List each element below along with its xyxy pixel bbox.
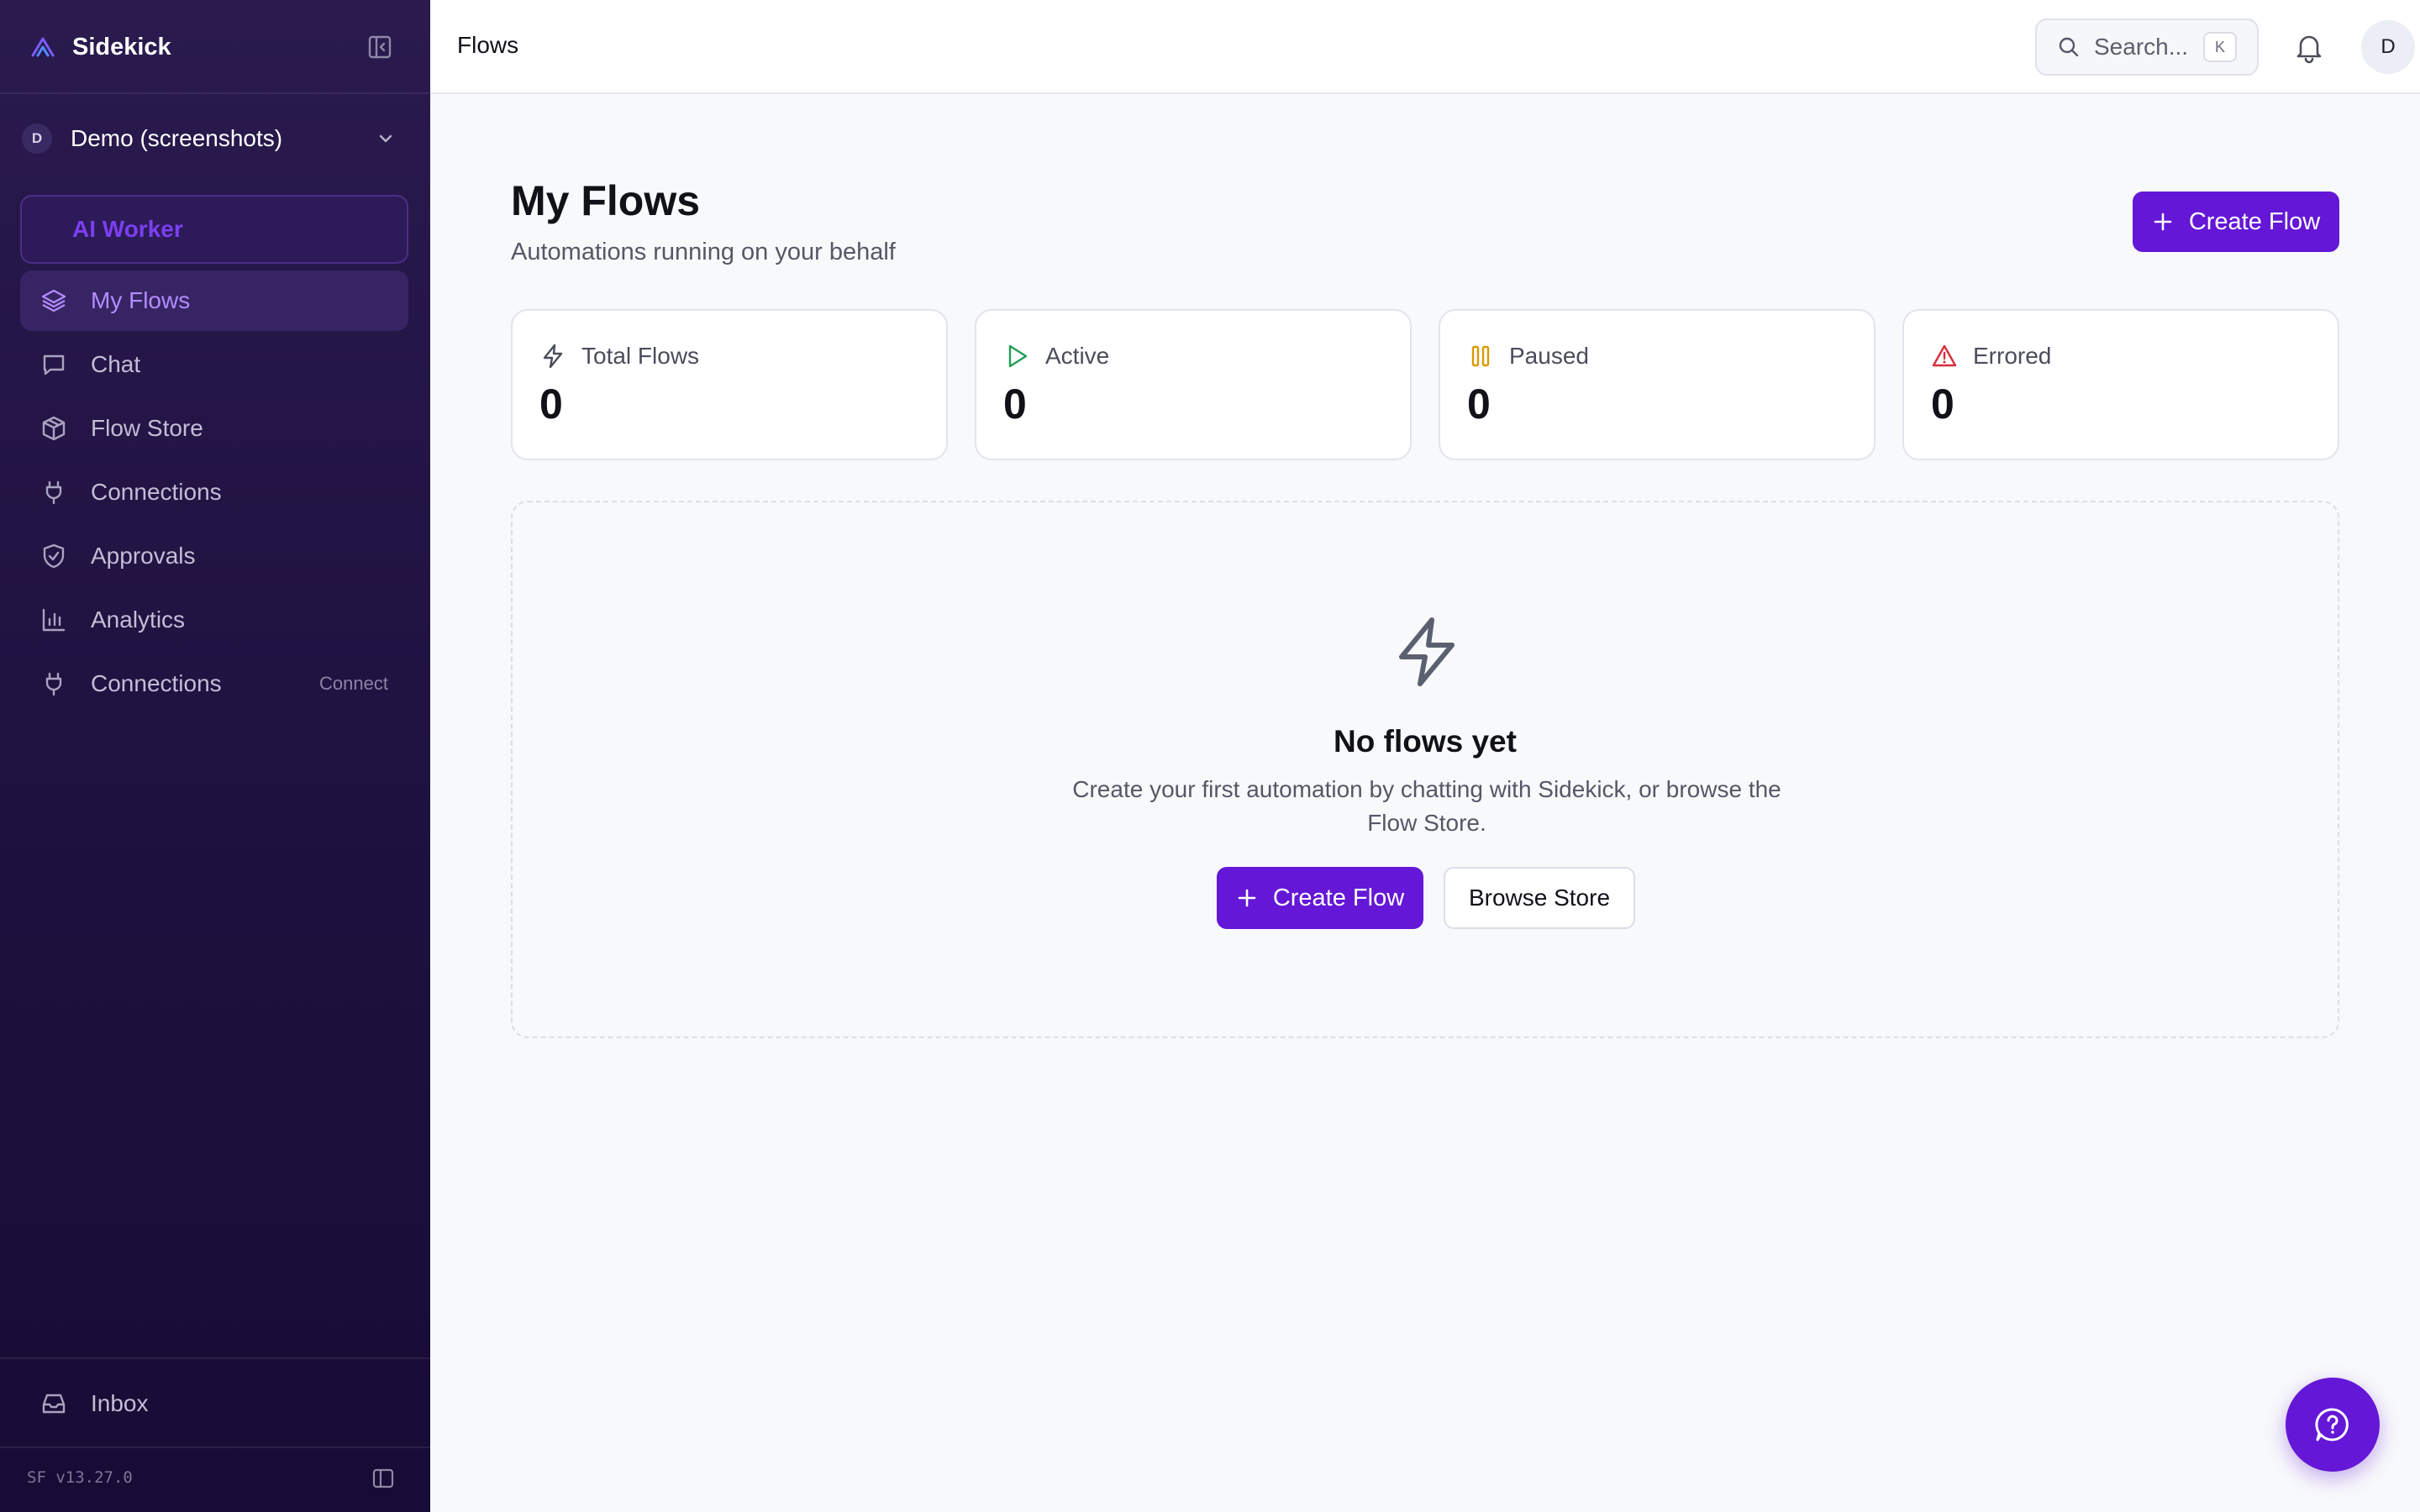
stat-card-errored: Errored 0	[1902, 309, 2339, 460]
sidebar-item-my-flows[interactable]: My Flows	[20, 270, 408, 331]
sidebar-item-label: Connections	[91, 670, 222, 696]
stat-label: Total Flows	[581, 343, 700, 369]
sidekick-logo-icon	[31, 37, 55, 57]
search-shortcut-key: K	[2203, 32, 2237, 62]
browse-store-button[interactable]: Browse Store	[1444, 867, 1635, 929]
inbox-label: Inbox	[91, 1390, 149, 1416]
search-placeholder: Search...	[2094, 34, 2189, 60]
stat-value: 0	[1467, 381, 1491, 428]
search-icon	[2059, 37, 2079, 57]
divider	[0, 1357, 430, 1359]
shield-check-icon	[43, 543, 65, 569]
collapse-sidebar-button[interactable]	[365, 32, 395, 62]
sidebar-item-analytics[interactable]: Analytics	[20, 590, 408, 650]
stat-value: 0	[1003, 381, 1027, 428]
sidebar-item-connections-connect[interactable]: Connections Connect	[20, 654, 408, 714]
user-avatar[interactable]: D	[2361, 20, 2415, 74]
pause-icon	[1471, 345, 1490, 367]
create-flow-button[interactable]: Create Flow	[2133, 192, 2339, 252]
bar-chart-icon	[42, 608, 66, 632]
empty-state-title: No flows yet	[1334, 724, 1517, 759]
layers-icon	[41, 289, 66, 312]
help-chat-button[interactable]	[2286, 1378, 2380, 1472]
sidebar-item-chat[interactable]: Chat	[20, 334, 408, 395]
sidebar-collapse-icon	[368, 35, 392, 59]
plug-icon	[45, 480, 62, 505]
sidebar-item-inbox[interactable]: Inbox	[40, 1374, 149, 1433]
ai-worker-section[interactable]: AI Worker	[20, 195, 408, 264]
topbar-title: Flows	[457, 32, 519, 58]
divider	[0, 92, 430, 94]
search-input[interactable]: Search... K	[2035, 18, 2259, 76]
empty-state-panel: No flows yet Create your first automatio…	[511, 501, 2339, 1038]
stat-label: Active	[1045, 343, 1110, 369]
bolt-icon	[543, 344, 563, 369]
sidebar: Sidekick D Demo (screenshots) AI Worker …	[0, 0, 430, 1512]
workspace-switcher[interactable]: D Demo (screenshots)	[22, 118, 408, 160]
stat-card-total-flows: Total Flows 0	[511, 309, 948, 460]
inbox-icon	[42, 1394, 66, 1414]
alert-triangle-icon	[1932, 344, 1957, 367]
sidebar-item-label: Approvals	[91, 543, 196, 569]
panel-toggle-icon[interactable]	[370, 1465, 397, 1492]
bell-icon[interactable]	[2292, 30, 2326, 64]
brand[interactable]: Sidekick	[29, 29, 171, 66]
sidebar-item-connections[interactable]: Connections	[20, 462, 408, 522]
sidebar-item-label: Analytics	[91, 606, 186, 633]
plus-icon	[2154, 213, 2172, 231]
chevron-down-icon	[379, 134, 392, 143]
stat-label: Errored	[1973, 343, 2052, 369]
sidebar-item-label: Chat	[91, 351, 141, 377]
sidebar-item-approvals[interactable]: Approvals	[20, 526, 408, 586]
sidebar-item-flow-store[interactable]: Flow Store	[20, 398, 408, 459]
connect-badge[interactable]: Connect	[319, 673, 388, 695]
package-icon	[42, 416, 66, 441]
bolt-icon	[1399, 617, 1455, 686]
stat-card-active: Active 0	[975, 309, 1412, 460]
create-flow-label: Create Flow	[2188, 207, 2321, 235]
workspace-name: Demo (screenshots)	[71, 125, 283, 151]
divider	[0, 1446, 430, 1448]
page-title: My Flows	[511, 177, 701, 224]
sidebar-item-label: My Flows	[91, 287, 191, 313]
help-chat-icon	[2315, 1408, 2349, 1441]
sidebar-item-label: Flow Store	[91, 415, 203, 441]
plus-icon	[1238, 889, 1256, 907]
brand-name: Sidekick	[72, 33, 171, 60]
stat-card-paused: Paused 0	[1439, 309, 1876, 460]
version-label: SF v13.27.0	[27, 1468, 133, 1487]
page-subtitle: Automations running on your behalf	[511, 239, 896, 265]
stat-value: 0	[539, 381, 563, 428]
topbar: Flows Search... K D	[430, 0, 2420, 94]
create-flow-label: Create Flow	[1272, 884, 1405, 911]
stat-label: Paused	[1509, 343, 1589, 369]
sidebar-nav: My Flows Chat Flow Store Connections App…	[20, 270, 408, 717]
workspace-avatar: D	[22, 123, 52, 154]
sidebar-item-label: Connections	[91, 479, 222, 505]
stat-value: 0	[1931, 381, 1954, 428]
chat-icon	[43, 354, 65, 375]
empty-state-description: Create your first automation by chatting…	[1072, 776, 1781, 836]
plug-icon	[45, 672, 62, 696]
play-icon	[1008, 344, 1028, 368]
empty-create-flow-button[interactable]: Create Flow	[1217, 867, 1423, 929]
